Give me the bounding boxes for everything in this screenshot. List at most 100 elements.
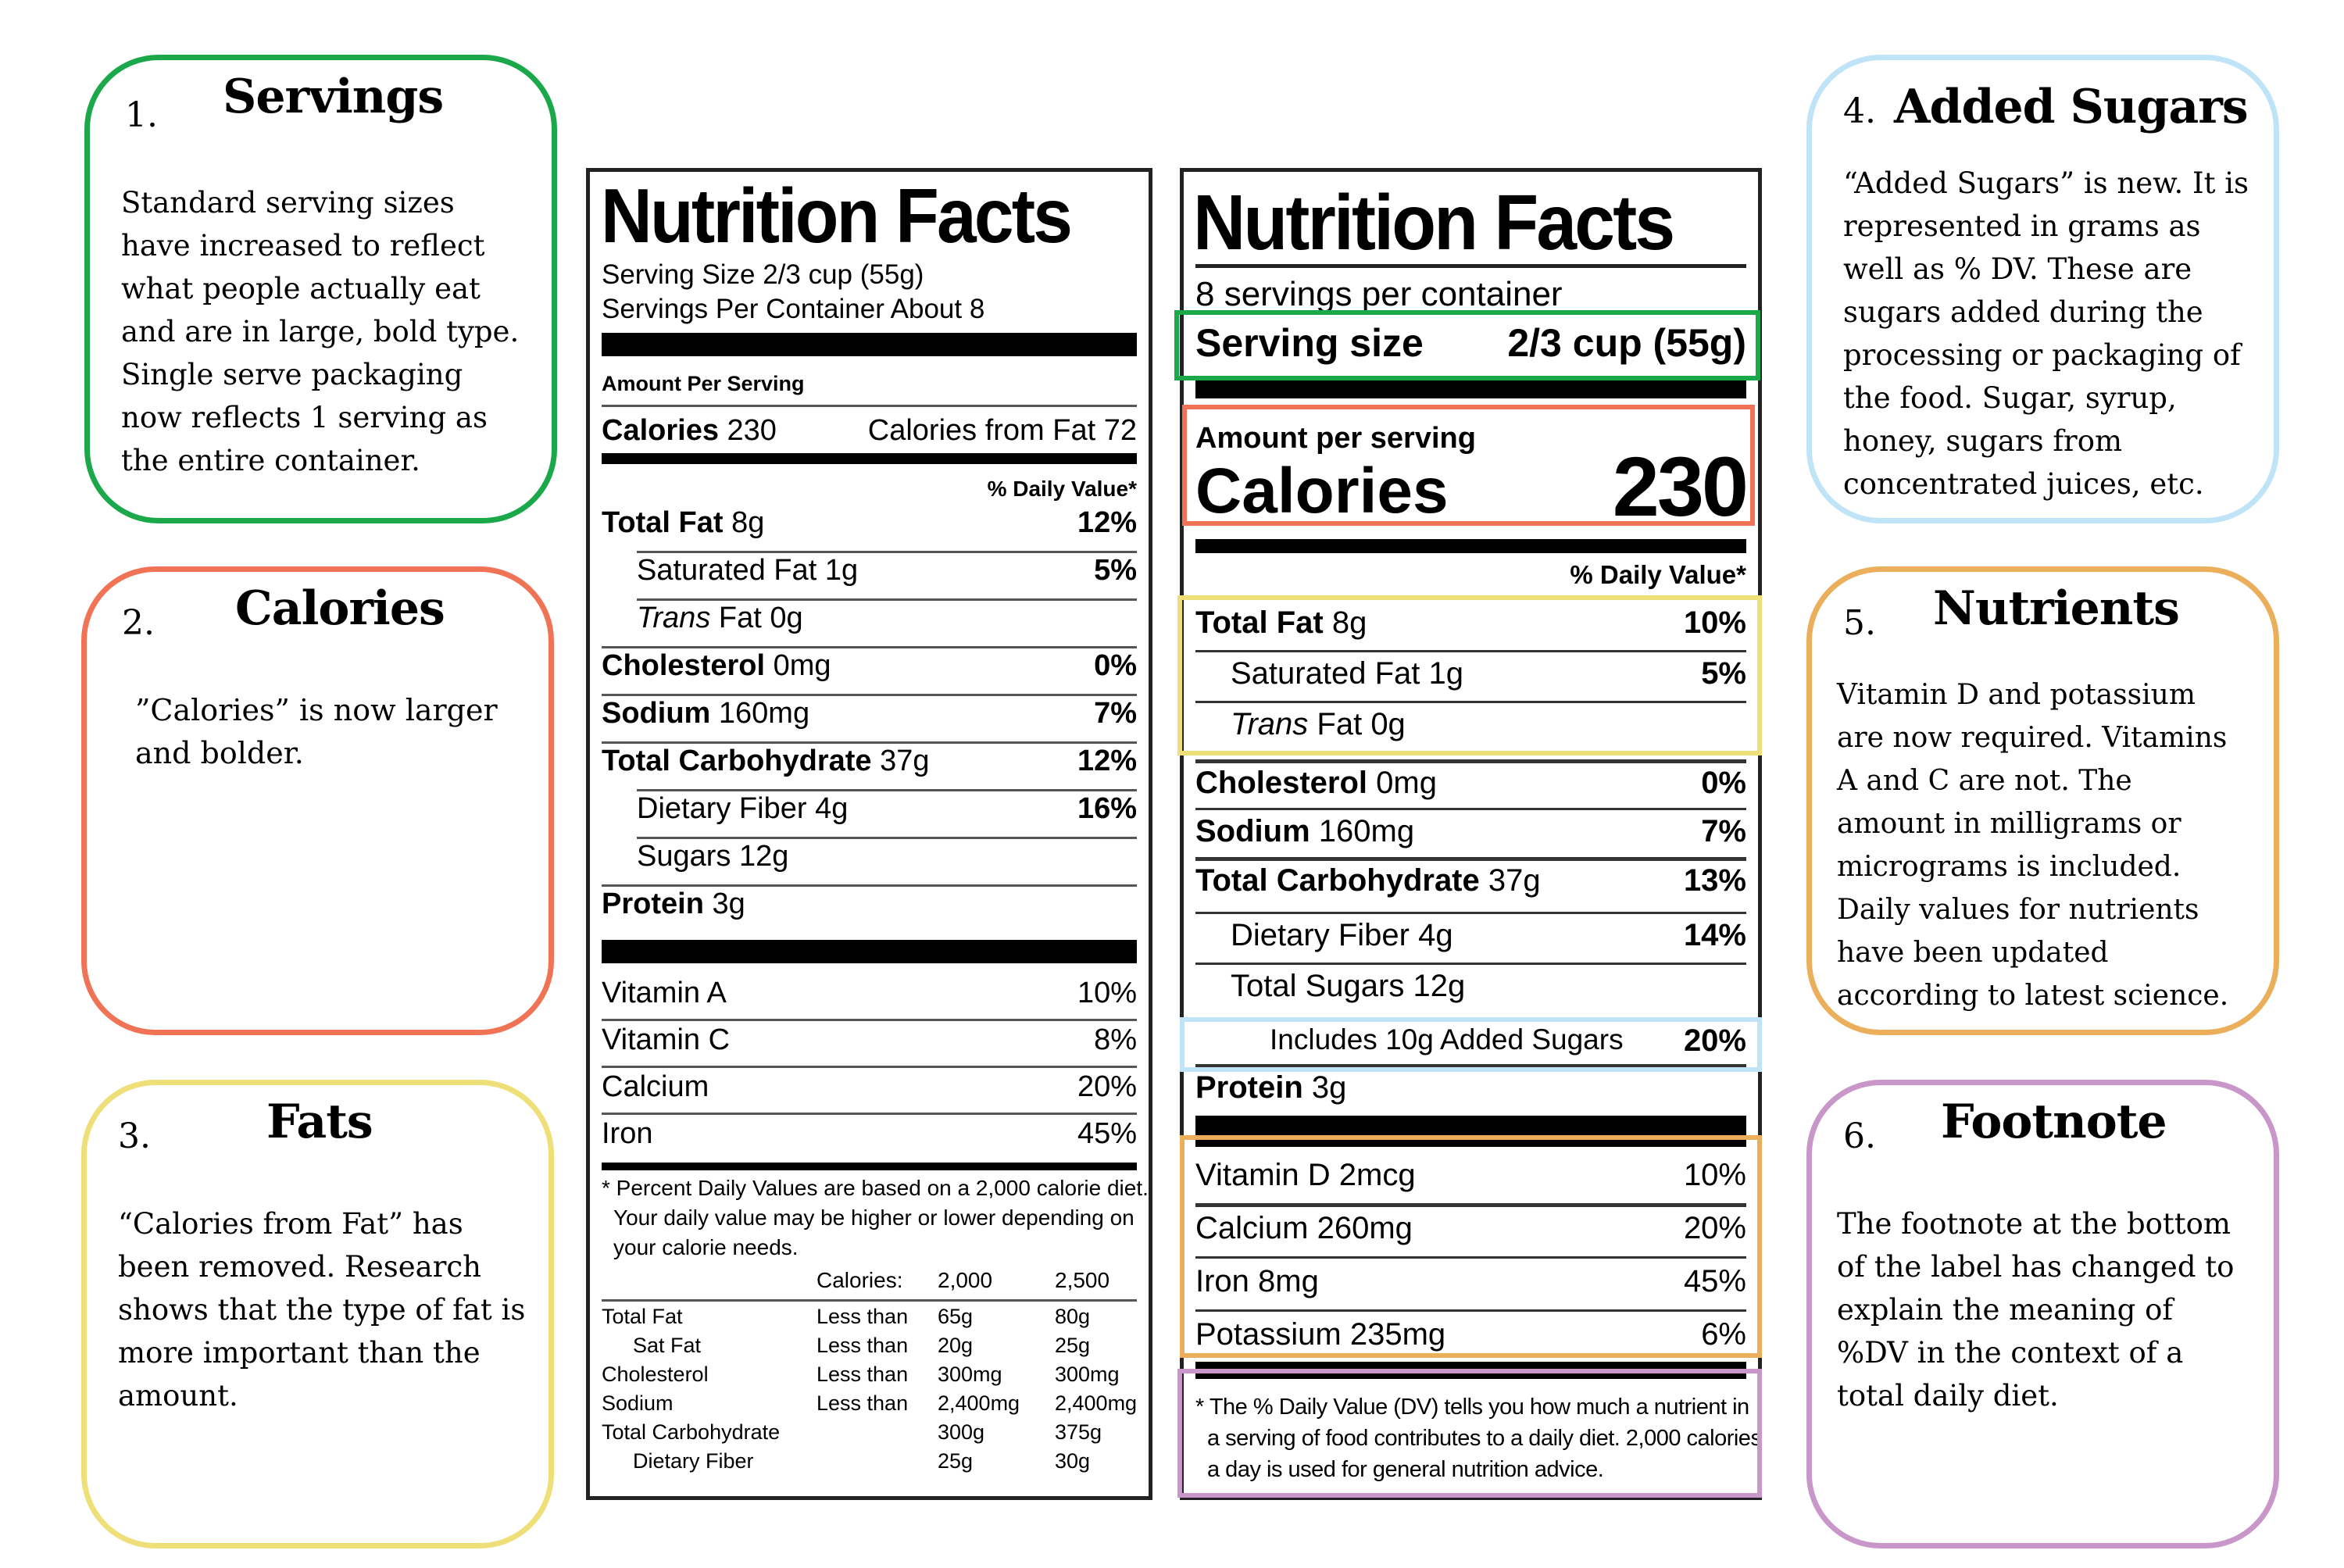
label-title: Nutrition Facts	[601, 173, 1073, 259]
nutrient-row: Trans Fat 0g	[637, 602, 803, 635]
divider	[602, 1113, 1137, 1115]
divider	[602, 405, 1137, 407]
card-number: 1.	[125, 95, 158, 135]
nutrient-row: Dietary Fiber 4g	[637, 792, 848, 826]
divider	[1195, 759, 1746, 763]
table-row-value2: 375g	[1055, 1420, 1102, 1444]
serving-size: Serving Size 2/3 cup (55g)	[602, 259, 924, 290]
card-body: “Added Sugars” is new. It is represented…	[1843, 166, 2249, 501]
nutrient-name: Saturated Fat	[637, 554, 817, 587]
nutrient-amount: 3g	[1311, 1070, 1347, 1105]
nutrient-amount: 160mg	[1318, 814, 1415, 848]
nutrient-dv: 5%	[1094, 554, 1137, 587]
table-row-qualifier: Less than	[816, 1391, 909, 1415]
table-row-qualifier: Less than	[816, 1334, 909, 1357]
nutrient-dv: 13%	[1683, 863, 1746, 898]
card-title: Servings	[223, 70, 444, 124]
fats-highlight	[1177, 595, 1762, 755]
vitamin-dv: 10%	[1077, 977, 1137, 1009]
nutrient-dv: 16%	[1077, 792, 1137, 825]
vitamin-name: Vitamin A	[602, 977, 727, 1009]
table-row-value1: 300mg	[938, 1363, 1002, 1386]
nutrient-amount: 12g	[1413, 969, 1466, 1003]
medium-divider	[602, 453, 1137, 464]
footnote-highlight	[1177, 1369, 1762, 1498]
table-row-value2: 30g	[1055, 1449, 1091, 1473]
servings-card: 1. Servings Standard serving sizes have …	[84, 55, 557, 523]
calories-value: 230	[727, 414, 777, 447]
nutrient-amount: 160mg	[718, 697, 810, 730]
nutrient-amount: 4g	[815, 792, 849, 825]
nutrient-amount: 37g	[880, 745, 930, 777]
nutrient-row: Sodium 160mg	[1195, 814, 1414, 849]
card-number: 4.	[1843, 91, 1876, 131]
table-row-value2: 300mg	[1055, 1363, 1120, 1386]
servings-per-container: Servings Per Container About 8	[602, 294, 985, 324]
dv-header: % Daily Value*	[987, 477, 1137, 501]
nutrient-row: Saturated Fat 1g	[637, 554, 858, 588]
calories-card: 2. Calories ”Calories” is now larger and…	[81, 566, 554, 1035]
label-title: Nutrition Facts	[1193, 179, 1675, 266]
old-nutrition-label: Nutrition Facts Serving Size 2/3 cup (55…	[586, 168, 1152, 1500]
nutrient-name: Sugars	[637, 840, 731, 873]
card-title: Footnote	[1941, 1095, 2167, 1149]
table-header-label: Calories:	[816, 1268, 903, 1292]
divider	[602, 884, 1137, 887]
table-row-value1: 25g	[938, 1449, 974, 1473]
divider	[602, 1019, 1137, 1021]
vitamin-name: Vitamin C	[602, 1023, 731, 1056]
servings-per-container: 8 servings per container	[1195, 275, 1563, 313]
footnote-card: 6. Footnote The footnote at the bottom o…	[1806, 1080, 2279, 1548]
nutrients-highlight	[1180, 1135, 1762, 1358]
card-number: 6.	[1843, 1116, 1876, 1156]
nutrient-amount: 0mg	[773, 649, 831, 682]
table-row-qualifier: Less than	[816, 1363, 909, 1386]
card-body: “Calories from Fat” has been removed. Re…	[118, 1207, 526, 1413]
table-row-name: Sat Fat	[633, 1334, 702, 1357]
footnote-line: Your daily value may be higher or lower …	[613, 1205, 1134, 1230]
divider	[637, 789, 1137, 791]
nutrients-card: 5. Nutrients Vitamin D and potassium are…	[1806, 566, 2279, 1035]
calories-row: Calories 230	[602, 414, 777, 448]
nutrient-dv: 7%	[1094, 697, 1137, 730]
card-title: Calories	[235, 581, 445, 636]
divider	[1195, 963, 1746, 965]
nutrient-amount: Fat 0g	[718, 602, 803, 634]
table-header-col2: 2,500	[1055, 1268, 1110, 1292]
table-row-value2: 2,400mg	[1055, 1391, 1138, 1415]
divider	[602, 741, 1137, 744]
nutrient-name: Dietary Fiber	[1231, 918, 1410, 952]
dv-header: % Daily Value*	[1570, 560, 1746, 589]
nutrient-amount: 12g	[738, 840, 789, 873]
table-header-col1: 2,000	[938, 1268, 993, 1292]
table-row-value1: 20g	[938, 1334, 974, 1357]
table-row-name: Total Fat	[602, 1305, 683, 1328]
calories-from-fat: Calories from Fat 72	[867, 414, 1137, 447]
amount-per-serving: Amount Per Serving	[602, 372, 805, 395]
nutrient-row: Sodium 160mg	[602, 697, 809, 730]
table-row-value1: 300g	[938, 1420, 985, 1444]
fats-card: 3. Fats “Calories from Fat” has been rem…	[81, 1080, 554, 1548]
card-body: ”Calories” is now larger and bolder.	[135, 693, 498, 770]
divider	[637, 837, 1137, 839]
nutrient-row: Total Fat 8g	[602, 506, 764, 540]
nutrient-name: Total Sugars	[1231, 969, 1405, 1003]
nutrient-amount: 37g	[1488, 863, 1541, 898]
nutrient-name: Total Carbohydrate	[602, 745, 872, 777]
card-number: 5.	[1843, 603, 1876, 643]
nutrient-row: Total Carbohydrate 37g	[602, 745, 930, 778]
card-number: 2.	[122, 603, 155, 643]
footnote-line: * Percent Daily Values are based on a 2,…	[602, 1176, 1149, 1200]
divider	[602, 1299, 1137, 1302]
nutrient-name: Sodium	[602, 697, 711, 730]
nutrient-row: Total Sugars 12g	[1231, 969, 1465, 1004]
divider	[1195, 857, 1746, 861]
nutrient-amount: 8g	[731, 506, 765, 539]
thick-divider	[602, 333, 1137, 356]
card-body: The footnote at the bottom of the label …	[1837, 1207, 2235, 1413]
vitamin-name: Calcium	[602, 1070, 709, 1103]
table-row-value2: 25g	[1055, 1334, 1091, 1357]
table-row-name: Total Carbohydrate	[602, 1420, 781, 1444]
nutrient-name: Cholesterol	[1195, 766, 1368, 800]
medium-divider	[1195, 539, 1746, 553]
